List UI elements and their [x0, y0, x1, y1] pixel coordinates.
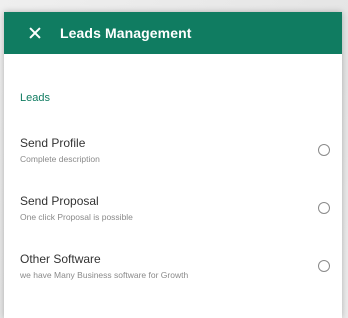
- leads-management-dialog: Leads Management Leads Send Profile Comp…: [4, 12, 342, 318]
- option-other-software[interactable]: Other Software we have Many Business sof…: [4, 248, 342, 306]
- option-description: One click Proposal is possible: [20, 212, 133, 222]
- dialog-title: Leads Management: [60, 25, 192, 41]
- radio-button[interactable]: [318, 202, 330, 214]
- close-icon[interactable]: [26, 24, 44, 42]
- radio-button[interactable]: [318, 260, 330, 272]
- option-title: Send Profile: [20, 136, 86, 150]
- options-list: Send Profile Complete description Send P…: [4, 132, 342, 306]
- section-label-leads: Leads: [20, 92, 50, 104]
- option-send-proposal[interactable]: Send Proposal One click Proposal is poss…: [4, 190, 342, 248]
- option-title: Other Software: [20, 252, 101, 266]
- option-send-profile[interactable]: Send Profile Complete description: [4, 132, 342, 190]
- option-title: Send Proposal: [20, 194, 99, 208]
- option-description: Complete description: [20, 154, 100, 164]
- radio-button[interactable]: [318, 144, 330, 156]
- dialog-header: Leads Management: [4, 12, 342, 54]
- option-description: we have Many Business software for Growt…: [20, 270, 189, 280]
